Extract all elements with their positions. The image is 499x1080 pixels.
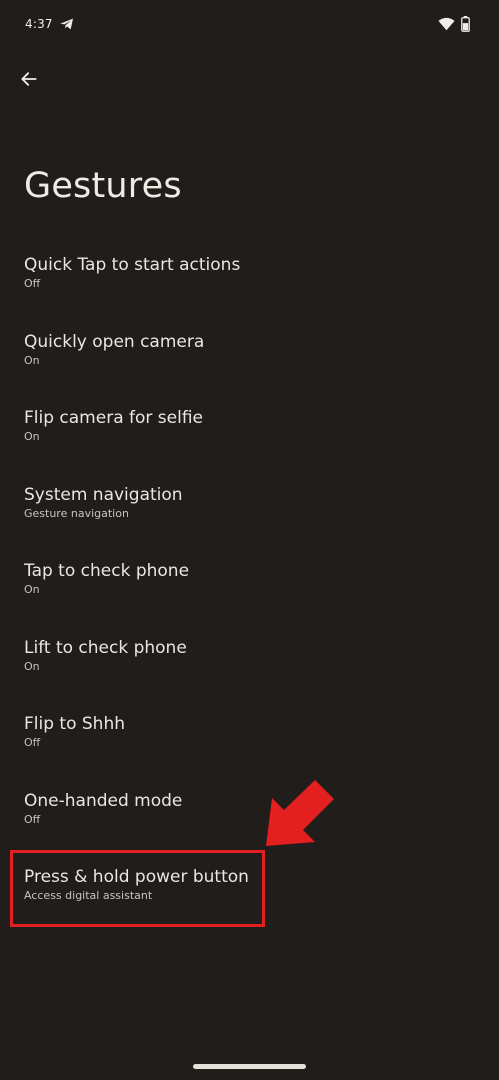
setting-title: System navigation [24,484,183,505]
setting-title: Flip camera for selfie [24,408,203,428]
home-indicator[interactable] [193,1064,306,1069]
telegram-icon [60,18,73,30]
back-button[interactable] [12,62,46,96]
setting-tap-to-check-phone[interactable]: Tap to check phone On [0,542,499,619]
setting-lift-to-check-phone[interactable]: Lift to check phone On [0,619,499,696]
setting-system-navigation[interactable]: System navigation Gesture navigation [0,466,499,543]
setting-flip-to-shhh[interactable]: Flip to Shhh Off [0,695,499,772]
setting-summary: Off [24,736,41,749]
arrow-left-icon [21,72,37,86]
setting-title: Quickly open camera [24,331,205,352]
setting-press-hold-power-button[interactable]: Press & hold power button Access digital… [0,848,499,925]
battery-icon [461,16,470,32]
setting-summary: On [24,583,40,596]
setting-summary: Gesture navigation [24,506,129,520]
status-time: 4:37 [25,17,53,31]
page-title: Gestures [24,166,182,206]
setting-summary: On [24,659,40,673]
setting-title: Lift to check phone [24,637,187,658]
setting-one-handed-mode[interactable]: One-handed mode Off [0,772,499,849]
setting-summary: Off [24,277,41,290]
setting-title: One-handed mode [24,790,183,811]
setting-quick-tap[interactable]: Quick Tap to start actions Off [0,236,499,313]
wifi-icon [438,17,455,31]
setting-title: Quick Tap to start actions [24,255,241,275]
status-bar: 4:37 [0,0,499,50]
setting-flip-camera-selfie[interactable]: Flip camera for selfie On [0,389,499,466]
setting-summary: On [24,353,40,367]
setting-title: Press & hold power button [24,867,249,887]
setting-title: Flip to Shhh [24,714,126,734]
setting-summary: On [24,430,40,443]
setting-summary: Access digital assistant [24,889,153,902]
setting-quickly-open-camera[interactable]: Quickly open camera On [0,313,499,390]
setting-title: Tap to check phone [24,561,190,581]
settings-list: Quick Tap to start actions Off Quickly o… [0,236,499,925]
setting-summary: Off [24,812,41,826]
